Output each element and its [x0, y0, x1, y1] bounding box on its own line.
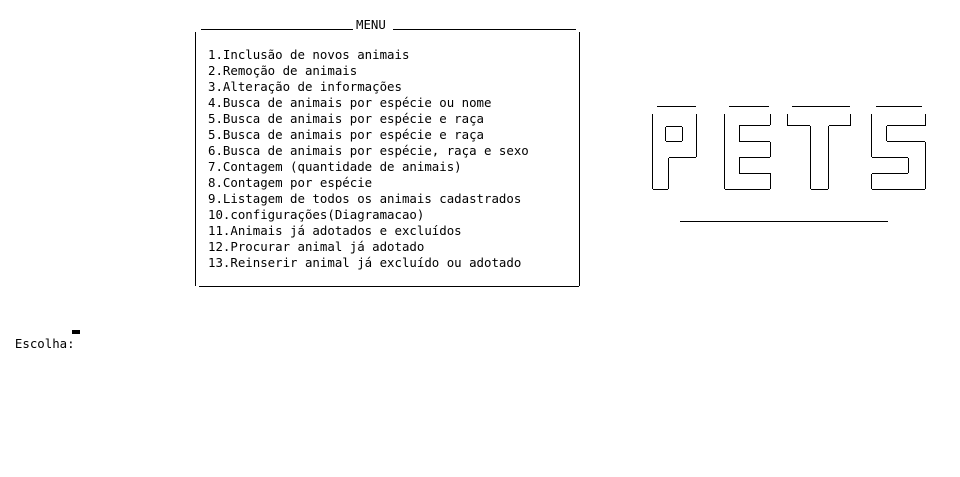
pets-logo [644, 96, 934, 231]
menu-item-contagem: 7.Contagem (quantidade de animais) [208, 159, 462, 174]
choice-input[interactable] [82, 336, 89, 352]
menu-border-top-left [201, 29, 353, 30]
menu-item-busca-especie-raca: 5.Busca de animais por espécie e raça [208, 111, 485, 126]
logo-letter-p [652, 106, 697, 190]
menu-title: MENU [356, 17, 386, 32]
menu-border-bottom [199, 286, 579, 287]
menu-item-inclusao: 1.Inclusão de novos animais [208, 47, 410, 62]
menu-border-top-right [393, 29, 576, 30]
menu-item-reinserir: 13.Reinserir animal já excluído ou adota… [208, 255, 522, 270]
pets-logo-art [652, 106, 926, 222]
menu-item-alteracao: 3.Alteração de informações [208, 79, 402, 94]
menu-item-remocao: 2.Remoção de animais [208, 63, 358, 78]
menu-item-busca-especie-raca-sexo: 6.Busca de animais por espécie, raça e s… [208, 143, 529, 158]
menu-border-right [579, 32, 580, 286]
menu-item-listagem: 9.Listagem de todos os animais cadastrad… [208, 191, 522, 206]
logo-letter-t [787, 106, 851, 190]
menu-box: MENU 1.Inclusão de novos animais 2.Remoç… [193, 18, 581, 287]
menu-item-configuracoes: 10.configurações(Diagramacao) [208, 207, 425, 222]
choice-label: Escolha: [14, 336, 83, 351]
logo-letter-s [871, 106, 926, 190]
menu-item-procurar-adotado: 12.Procurar animal já adotado [208, 239, 425, 254]
menu-item-contagem-especie: 8.Contagem por espécie [208, 175, 373, 190]
menu-item-adotados-excluidos: 11.Animais já adotados e excluídos [208, 223, 462, 238]
menu-item-busca-especie-raca-duplicate: 5.Busca de animais por espécie e raça [208, 127, 485, 142]
menu-list: 1.Inclusão de novos animais 2.Remoção de… [208, 47, 529, 271]
logo-letter-e [724, 106, 771, 190]
choice-prompt: Escolha: [0, 320, 89, 352]
menu-item-busca-especie-nome: 4.Busca de animais por espécie ou nome [208, 95, 492, 110]
menu-border-left [195, 32, 196, 286]
text-cursor [72, 330, 80, 334]
